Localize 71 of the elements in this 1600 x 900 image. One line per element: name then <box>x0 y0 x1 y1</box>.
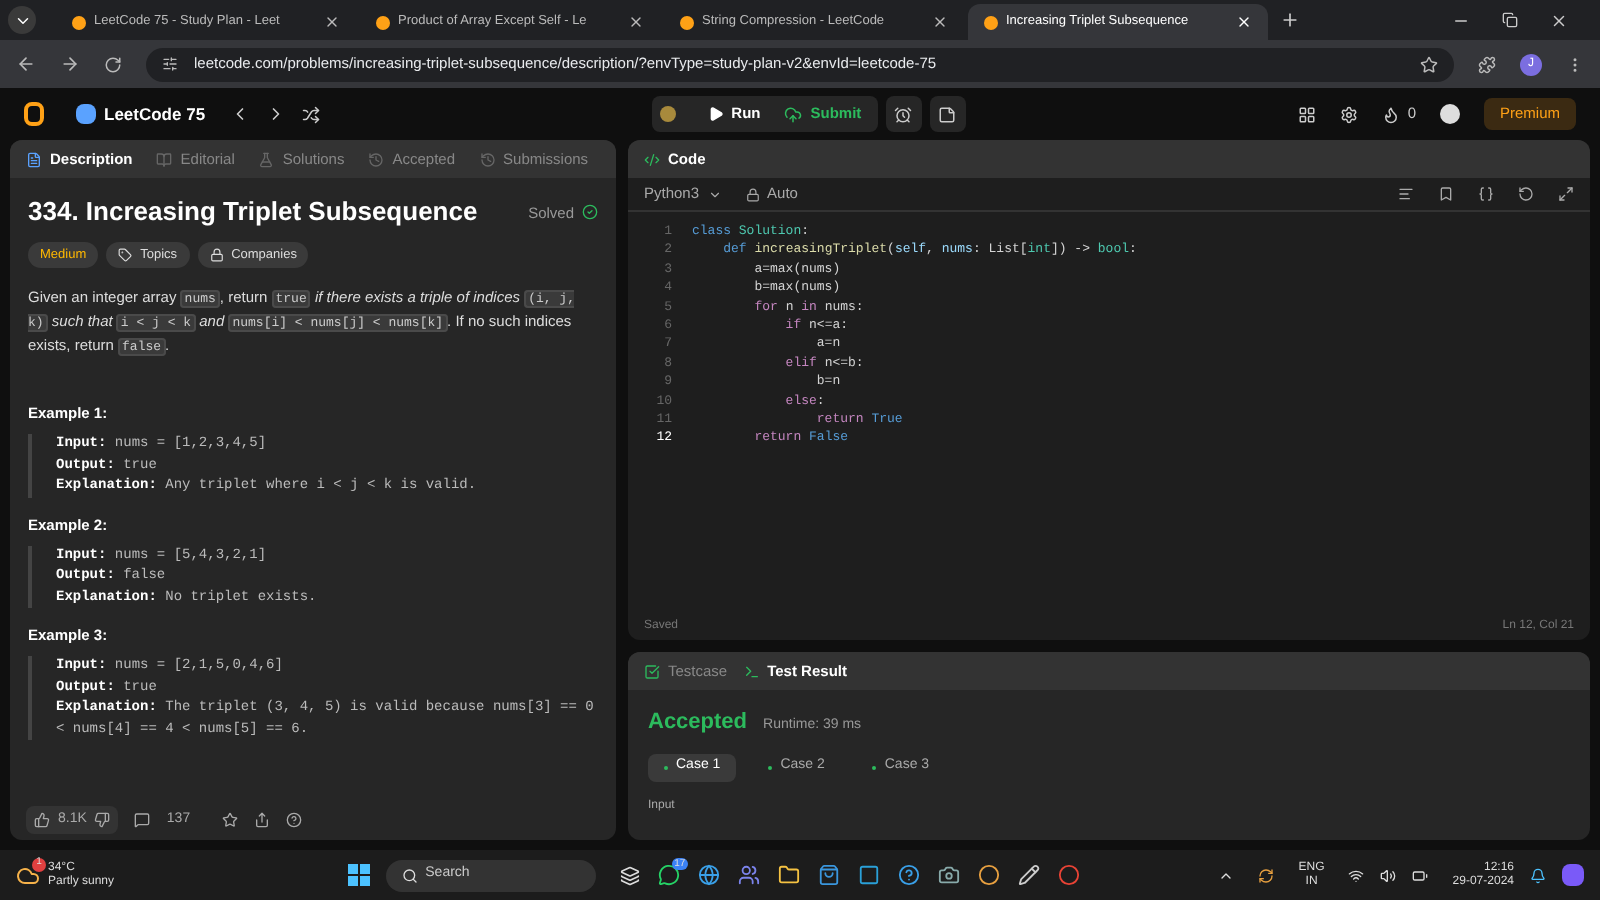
forward-icon[interactable] <box>60 54 80 74</box>
circle-app-icon[interactable] <box>977 864 1000 886</box>
tab-icon <box>368 151 385 167</box>
braces-icon[interactable] <box>1478 186 1494 202</box>
flame-icon[interactable] <box>1381 105 1400 123</box>
bell-icon[interactable] <box>1530 867 1546 883</box>
camera-icon[interactable] <box>937 864 960 886</box>
terminal-icon <box>743 663 760 679</box>
close-icon[interactable] <box>1550 11 1568 29</box>
windows-logo-icon[interactable] <box>347 864 370 886</box>
wifi-icon[interactable] <box>1348 867 1365 883</box>
lock-icon <box>209 248 224 262</box>
weather-icon <box>16 863 40 887</box>
help-icon[interactable] <box>286 812 303 828</box>
store-icon[interactable] <box>817 864 840 886</box>
task-view-icon[interactable] <box>619 865 640 885</box>
star-icon[interactable] <box>222 812 239 828</box>
search-icon <box>401 867 418 883</box>
checkbox-icon <box>644 663 660 679</box>
logo-icon[interactable] <box>24 102 44 126</box>
expand-icon[interactable] <box>1558 186 1574 202</box>
tag-icon <box>118 248 133 262</box>
user-avatar[interactable] <box>1439 104 1460 124</box>
app-icon[interactable] <box>857 864 880 886</box>
close-icon[interactable] <box>628 14 644 30</box>
problem-title: 334. Increasing Triplet Subsequence <box>28 196 478 228</box>
people-app-icon[interactable] <box>737 864 760 886</box>
close-icon[interactable] <box>932 14 948 30</box>
tab-icon <box>258 151 275 167</box>
settings-icon[interactable] <box>1339 105 1358 123</box>
note-icon <box>938 105 957 123</box>
new-tab-icon[interactable] <box>1280 10 1300 30</box>
timer-button[interactable] <box>885 96 922 132</box>
verdict: Accepted <box>648 708 748 738</box>
cloud-upload-icon <box>784 105 803 123</box>
colorful-app-icon[interactable] <box>1562 864 1584 886</box>
notes-button[interactable] <box>929 96 966 132</box>
reload-icon[interactable] <box>104 55 122 73</box>
restore-icon[interactable] <box>1502 11 1518 27</box>
code-icon <box>644 151 660 167</box>
bookmark-icon[interactable] <box>1438 186 1454 202</box>
shuffle-icon[interactable] <box>301 105 320 123</box>
layout-icon[interactable] <box>1297 105 1316 123</box>
share-icon[interactable] <box>254 812 271 828</box>
extensions-icon[interactable] <box>1478 55 1496 73</box>
chat-app-icon[interactable] <box>657 864 680 886</box>
format-icon[interactable] <box>1398 186 1414 202</box>
site-settings-icon[interactable] <box>162 56 178 72</box>
lock-icon <box>745 187 760 201</box>
alarm-clock-icon <box>894 105 913 123</box>
thumbs-up-icon[interactable] <box>34 812 50 828</box>
check-circle-icon <box>582 204 598 220</box>
reset-icon[interactable] <box>1518 186 1534 202</box>
back-icon[interactable] <box>16 54 36 74</box>
bookmark-star-icon[interactable] <box>1420 55 1438 73</box>
tab-icon <box>479 151 496 167</box>
study-plan-title[interactable]: LeetCode 75 <box>104 101 206 127</box>
tab-icon <box>26 151 42 167</box>
editor-app-icon[interactable] <box>1017 864 1040 886</box>
tab-icon <box>156 151 173 167</box>
folder-icon[interactable] <box>777 864 800 886</box>
play-icon <box>707 106 724 122</box>
thumbs-down-icon[interactable] <box>94 812 111 828</box>
tab-list-button[interactable] <box>8 6 36 34</box>
close-icon[interactable] <box>324 14 340 30</box>
volume-icon[interactable] <box>1380 867 1397 883</box>
chevron-down-icon <box>707 187 722 201</box>
sync-icon[interactable] <box>1258 867 1275 883</box>
battery-icon[interactable] <box>1412 867 1429 883</box>
comment-icon[interactable] <box>134 812 151 828</box>
help-app-icon[interactable] <box>897 864 920 886</box>
